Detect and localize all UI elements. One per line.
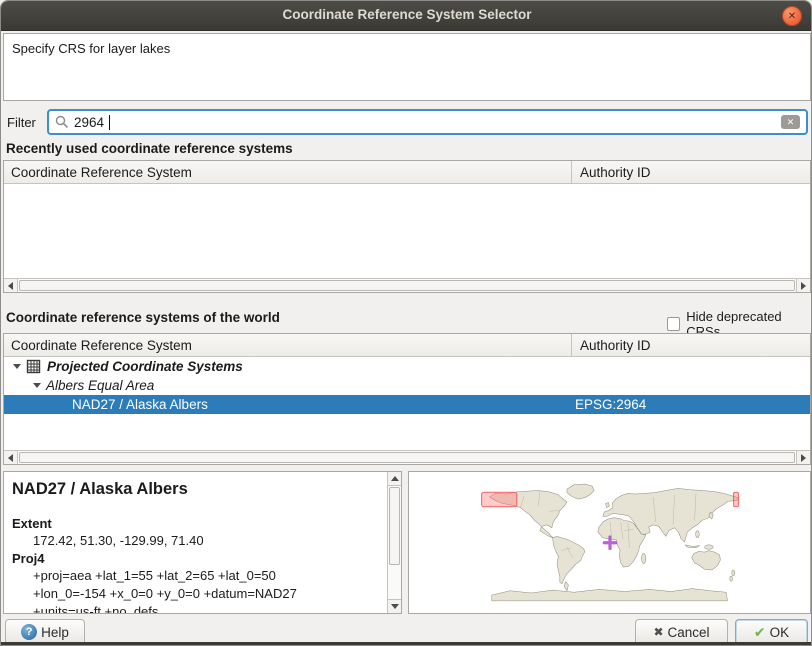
help-button-label: Help — [41, 625, 69, 640]
ok-icon: ✔ — [754, 624, 766, 641]
scrollbar-thumb[interactable] — [19, 280, 795, 291]
scrollbar-thumb[interactable] — [389, 487, 400, 565]
scroll-right-arrow-icon[interactable] — [796, 451, 810, 464]
tree-item-label: Projected Coordinate Systems — [47, 359, 243, 374]
clear-filter-button[interactable]: ✕ — [781, 115, 800, 129]
world-column-authority-id[interactable]: Authority ID — [573, 334, 810, 357]
scroll-up-arrow-icon[interactable] — [388, 472, 401, 486]
close-icon: ✕ — [788, 11, 796, 22]
recent-crs-heading: Recently used coordinate reference syste… — [6, 141, 293, 156]
recent-crs-table: Coordinate Reference System Authority ID — [3, 160, 811, 293]
close-button[interactable]: ✕ — [782, 6, 802, 26]
recent-column-authority-id[interactable]: Authority ID — [573, 161, 810, 184]
titlebar[interactable]: Coordinate Reference System Selector ✕ — [1, 1, 812, 31]
proj4-label: Proj4 — [12, 551, 45, 566]
recent-table-header: Coordinate Reference System Authority ID — [4, 161, 810, 184]
recent-column-crs[interactable]: Coordinate Reference System — [4, 161, 572, 184]
details-vertical-scrollbar[interactable] — [387, 472, 401, 613]
cancel-button-label: Cancel — [668, 625, 710, 640]
tree-item-label: NAD27 / Alaska Albers — [72, 397, 208, 412]
crs-selector-dialog: Coordinate Reference System Selector ✕ S… — [0, 0, 812, 646]
collapse-arrow-icon[interactable] — [12, 364, 22, 369]
scroll-down-arrow-icon[interactable] — [388, 599, 401, 613]
map-preview-panel — [408, 471, 811, 614]
help-icon: ? — [21, 624, 37, 640]
crs-details-panel: NAD27 / Alaska Albers Extent 172.42, 51.… — [3, 471, 402, 614]
scroll-left-arrow-icon[interactable] — [4, 451, 18, 464]
scrollbar-thumb[interactable] — [19, 452, 795, 463]
crs-details-title: NAD27 / Alaska Albers — [12, 480, 188, 499]
world-map-preview — [481, 479, 739, 608]
tree-item-nad27-alaska-albers[interactable]: NAD27 / Alaska Albers EPSG:2964 — [4, 395, 810, 414]
window-title: Coordinate Reference System Selector — [1, 7, 812, 22]
world-crs-table: Coordinate Reference System Authority ID… — [3, 333, 811, 465]
clear-icon: ✕ — [787, 118, 795, 127]
tree-item-albers-equal-area[interactable]: Albers Equal Area — [4, 376, 810, 395]
world-crs-heading: Coordinate reference systems of the worl… — [6, 310, 280, 325]
proj4-text: +lon_0=-154 +x_0=0 +y_0=0 +datum=NAD27 — [33, 586, 373, 601]
extent-highlight-east — [733, 492, 738, 506]
projected-crs-grid-icon — [26, 359, 41, 374]
ok-button-label: OK — [770, 625, 790, 640]
scroll-left-arrow-icon[interactable] — [4, 279, 18, 292]
filter-label: Filter — [7, 115, 36, 130]
tree-item-label: Albers Equal Area — [46, 378, 154, 393]
world-column-crs[interactable]: Coordinate Reference System — [4, 334, 572, 357]
message-box: Specify CRS for layer lakes — [3, 33, 811, 101]
proj4-text: +units=us-ft +no_defs — [33, 604, 373, 614]
text-caret — [109, 115, 110, 130]
extent-label: Extent — [12, 516, 52, 531]
extent-highlight-west — [481, 492, 516, 506]
tree-item-projected-coordinate-systems[interactable]: Projected Coordinate Systems — [4, 357, 810, 376]
window-bottom-edge — [1, 642, 812, 645]
world-table-header: Coordinate Reference System Authority ID — [4, 334, 810, 357]
filter-value: 2964 — [74, 115, 104, 130]
world-horizontal-scrollbar[interactable] — [4, 450, 810, 464]
hide-deprecated-checkbox[interactable] — [667, 317, 680, 331]
collapse-arrow-icon[interactable] — [32, 383, 42, 388]
cancel-icon: ✖ — [653, 625, 663, 639]
proj4-text: +proj=aea +lat_1=55 +lat_2=65 +lat_0=50 — [33, 568, 373, 583]
scroll-right-arrow-icon[interactable] — [796, 279, 810, 292]
search-icon — [55, 115, 69, 129]
extent-value: 172.42, 51.30, -129.99, 71.40 — [33, 533, 204, 548]
filter-input[interactable]: 2964 ✕ — [47, 109, 808, 135]
authority-id-value: EPSG:2964 — [575, 395, 646, 414]
message-text: Specify CRS for layer lakes — [12, 41, 170, 56]
recent-horizontal-scrollbar[interactable] — [4, 278, 810, 292]
